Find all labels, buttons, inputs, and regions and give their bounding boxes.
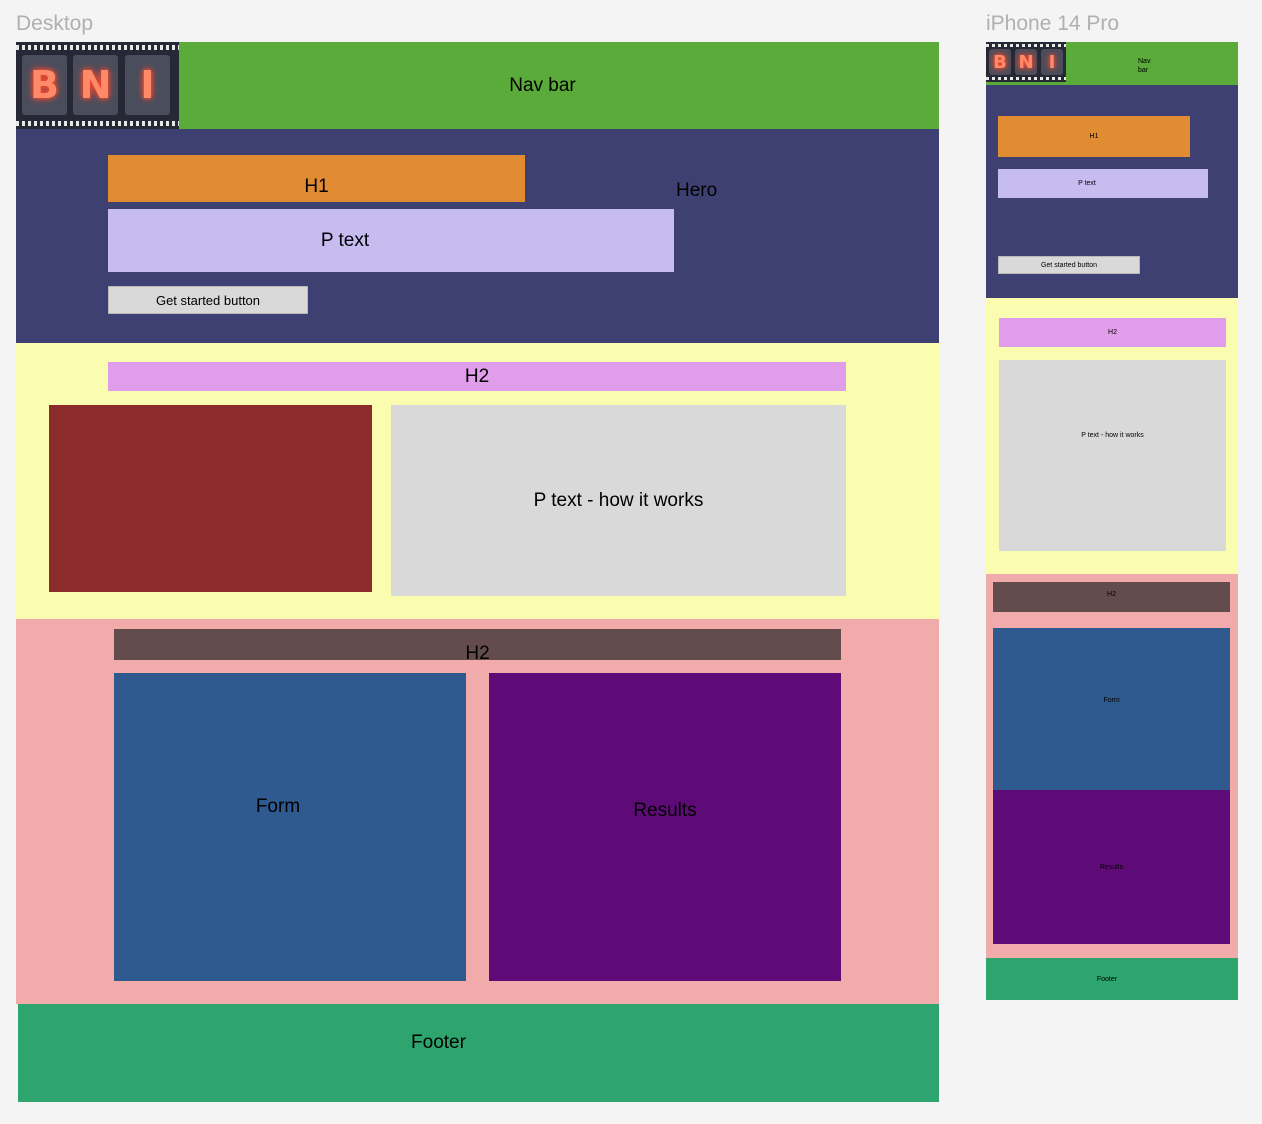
mobile-how-h2-text: H2 (1108, 329, 1117, 336)
desktop-how-h2: H2 (108, 362, 846, 391)
desktop-hero-p-text-label: P text (320, 229, 370, 251)
desktop-form-label: Form (255, 796, 301, 817)
desktop-calc-h2-text: H2 (465, 642, 490, 664)
desktop-footer-label: Footer (411, 1032, 466, 1053)
desktop-hero-section: Hero H1 P text Get started button (16, 129, 939, 343)
desktop-frame: Nav bar B N I Hero H1 P text Get started… (16, 42, 939, 1102)
mobile-calculator-section: H2 Form Results (986, 574, 1238, 958)
desktop-logo[interactable]: B N I (16, 42, 179, 129)
mobile-logo[interactable]: B N I (986, 42, 1066, 82)
desktop-how-h2-text: H2 (464, 365, 490, 387)
mobile-frame: Nav bar B N I H1 P text Get started butt… (986, 42, 1238, 1000)
desktop-calculator-section: H2 Form Results (16, 619, 939, 1004)
mobile-frame-title: iPhone 14 Pro (986, 12, 1120, 35)
mobile-hero-p-text: P text (998, 169, 1208, 198)
desktop-hero-h1-text: H1 (304, 175, 329, 197)
mobile-get-started-button[interactable]: Get started button (998, 256, 1140, 274)
desktop-get-started-button[interactable]: Get started button (108, 286, 308, 314)
mobile-hero-h1-text: H1 (1089, 133, 1099, 140)
mobile-logo-letter-i: I (1041, 49, 1063, 75)
mobile-results: Results (993, 790, 1230, 944)
mobile-form-label: Form (1103, 696, 1120, 704)
logo-letter-n: N (73, 55, 118, 115)
desktop-form[interactable]: Form (114, 673, 466, 981)
desktop-how-p-text-label: P text - how it works (533, 489, 704, 511)
desktop-how-p-text: P text - how it works (391, 405, 846, 596)
mobile-results-label: Results (1099, 863, 1124, 871)
desktop-results: Results (489, 673, 841, 981)
desktop-nav-label: Nav bar (509, 74, 576, 96)
mobile-hero-p-text-label: P text (1078, 180, 1096, 187)
mobile-calc-h2-text: H2 (1107, 590, 1116, 598)
desktop-calc-h2: H2 (114, 629, 841, 664)
mobile-how-h2: H2 (999, 318, 1226, 347)
desktop-get-started-button-label: Get started button (155, 292, 261, 308)
desktop-hero-label: Hero (676, 180, 718, 201)
mobile-how-p-text-label: P text - how it works (1081, 432, 1144, 439)
mobile-how-p-text: P text - how it works (999, 360, 1226, 551)
mobile-logo-letter-b: B (989, 49, 1011, 75)
desktop-hero-p-text: P text (108, 209, 674, 272)
mobile-how-it-works-section: H2 P text - how it works (986, 298, 1238, 574)
mobile-logo-letter-n: N (1015, 49, 1037, 75)
mobile-footer-label: Footer (1096, 975, 1118, 983)
logo-letter-b: B (22, 55, 67, 115)
mobile-nav-label: Nav bar (1138, 58, 1151, 74)
mobile-hero-h1: H1 (998, 116, 1190, 157)
desktop-hero-h1: H1 (108, 155, 525, 202)
mobile-footer: Footer (986, 958, 1238, 1000)
desktop-footer: Footer (18, 1004, 939, 1102)
desktop-how-image-placeholder (49, 405, 372, 592)
logo-letter-i: I (125, 55, 170, 115)
mobile-calc-h2: H2 (993, 582, 1230, 612)
mobile-form[interactable]: Form (993, 628, 1230, 790)
desktop-frame-title: Desktop (16, 12, 94, 35)
desktop-how-it-works-section: H2 P text - how it works (16, 343, 939, 619)
desktop-results-label: Results (633, 800, 697, 821)
mobile-get-started-button-label: Get started button (1040, 261, 1098, 269)
mobile-hero-section: H1 P text Get started button (986, 85, 1238, 298)
